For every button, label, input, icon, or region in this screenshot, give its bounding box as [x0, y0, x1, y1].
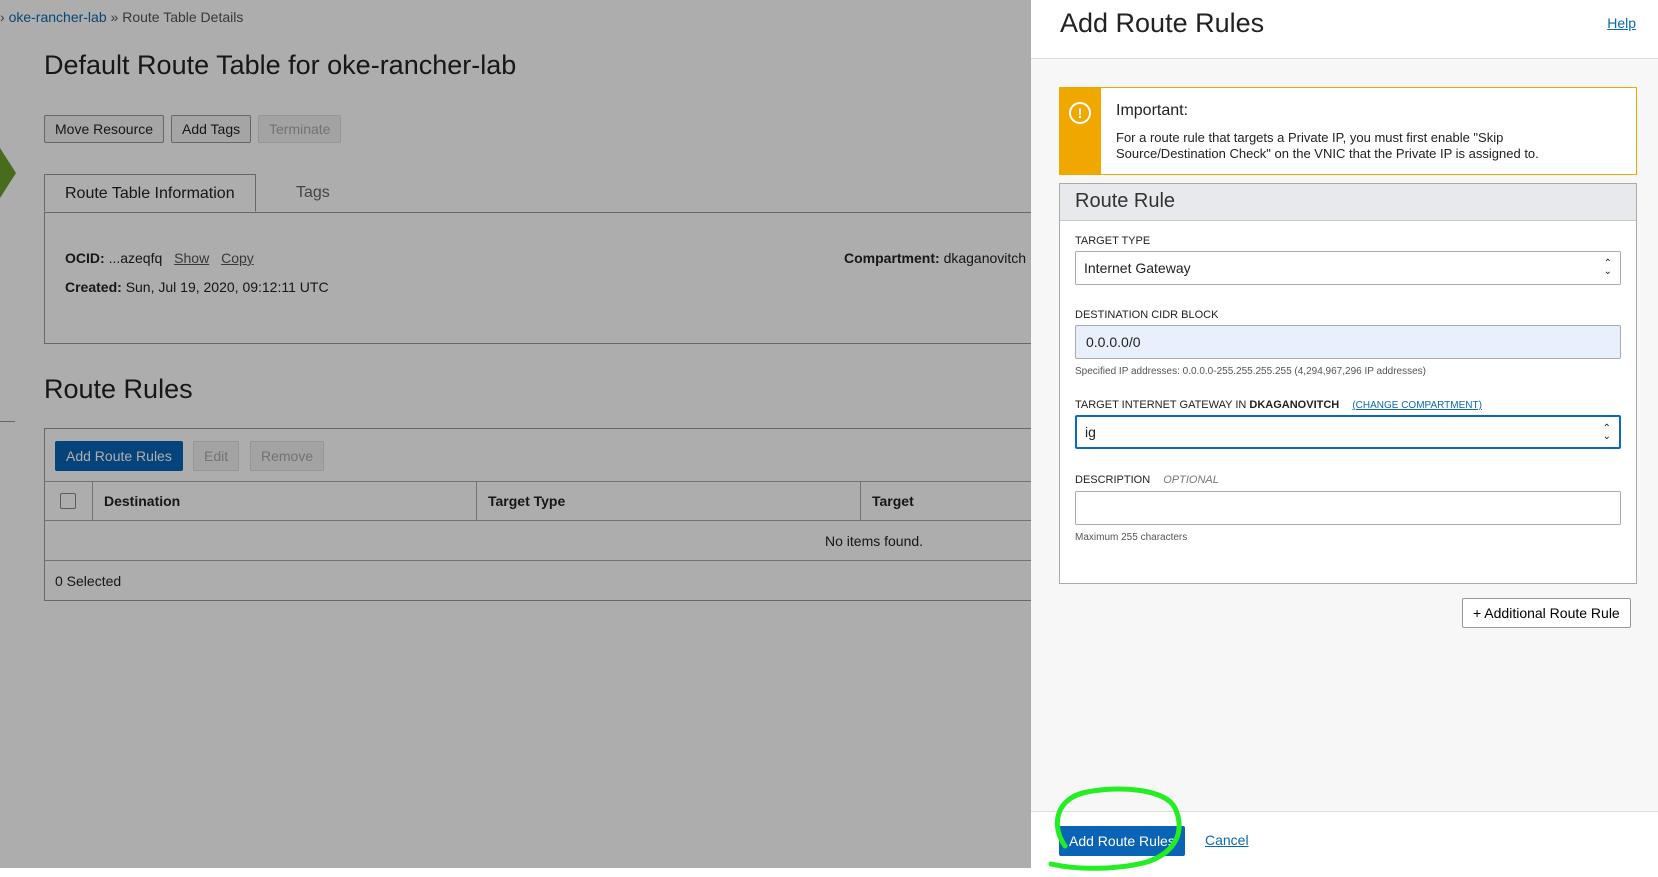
change-compartment-link[interactable]: (CHANGE COMPARTMENT): [1352, 400, 1482, 411]
destination-cidr-input[interactable]: 0.0.0.0/0: [1075, 325, 1621, 359]
target-type-label: TARGET TYPE: [1075, 235, 1151, 247]
panel-footer: Add Route Rules Cancel: [1031, 811, 1658, 869]
modal-overlay[interactable]: [0, 0, 1031, 868]
cidr-label: DESTINATION CIDR BLOCK: [1075, 309, 1219, 321]
cancel-link[interactable]: Cancel: [1205, 832, 1249, 848]
gateway-label-prefix: TARGET INTERNET GATEWAY IN: [1075, 399, 1247, 411]
panel-title: Add Route Rules: [1060, 8, 1265, 38]
description-label-text: DESCRIPTION: [1075, 474, 1151, 486]
target-type-select[interactable]: Internet Gateway ⌃ ⌄: [1075, 251, 1621, 285]
panel-header: Add Route Rules Help: [1031, 0, 1658, 59]
additional-route-rule-button[interactable]: + Additional Route Rule: [1462, 598, 1631, 628]
exclamation-circle-icon: !: [1069, 102, 1091, 124]
target-type-value: Internet Gateway: [1084, 260, 1191, 276]
submit-add-route-rules-button[interactable]: Add Route Rules: [1059, 826, 1185, 856]
target-gateway-value: ig: [1085, 424, 1096, 440]
optional-tag: OPTIONAL: [1163, 474, 1219, 486]
route-rule-title: Route Rule: [1075, 190, 1176, 212]
add-route-rules-panel: Add Route Rules Help ! Important: For a …: [1031, 0, 1658, 869]
description-input[interactable]: [1075, 491, 1621, 525]
description-hint: Maximum 255 characters: [1075, 532, 1188, 543]
target-gateway-select[interactable]: ig ⌃ ⌄: [1075, 415, 1621, 449]
help-link[interactable]: Help: [1607, 15, 1636, 31]
alert-text: For a route rule that targets a Private …: [1116, 130, 1539, 161]
cidr-hint: Specified IP addresses: 0.0.0.0-255.255.…: [1075, 366, 1426, 377]
chevron-up-down-icon: ⌃ ⌄: [1602, 423, 1611, 442]
bottom-strip: [0, 868, 1658, 877]
important-alert: ! Important: For a route rule that targe…: [1059, 87, 1637, 175]
alert-stripe: !: [1060, 88, 1101, 174]
alert-title: Important:: [1116, 102, 1189, 119]
route-rule-header: Route Rule: [1060, 184, 1636, 221]
description-label: DESCRIPTION OPTIONAL: [1075, 474, 1219, 486]
gateway-label: TARGET INTERNET GATEWAY IN DKAGANOVITCH …: [1075, 399, 1482, 411]
route-rule-card: Route Rule TARGET TYPE Internet Gateway …: [1059, 183, 1637, 584]
chevron-up-down-icon: ⌃ ⌄: [1603, 258, 1612, 277]
gateway-label-compartment: DKAGANOVITCH: [1249, 399, 1340, 411]
